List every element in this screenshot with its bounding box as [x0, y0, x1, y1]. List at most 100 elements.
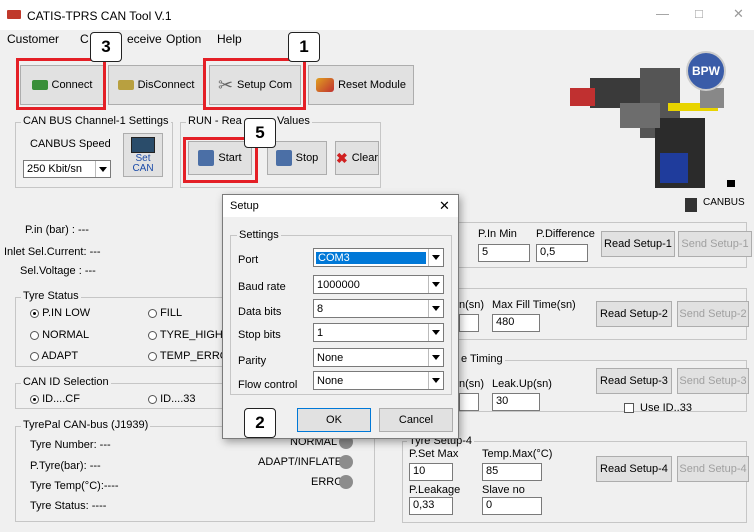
max-fill-label: Max Fill Time(sn): [492, 299, 576, 311]
canbus-speed-select[interactable]: 250 Kbit/sn: [23, 160, 111, 178]
send-setup1-button[interactable]: Send Setup-1: [678, 231, 752, 257]
read-setup3-button[interactable]: Read Setup-3: [596, 368, 672, 394]
menu-option[interactable]: Option: [166, 32, 201, 46]
send-setup3-button[interactable]: Send Setup-3: [677, 368, 749, 394]
stop-bits-label: Stop bits: [238, 329, 281, 341]
app-icon: [7, 10, 21, 19]
step-badge-5: 5: [244, 118, 276, 148]
reset-module-button[interactable]: Reset Module: [308, 65, 414, 105]
setup3-field-a[interactable]: [459, 393, 479, 411]
read-setup2-button[interactable]: Read Setup-2: [596, 301, 672, 327]
waveform-icon: [131, 136, 155, 153]
reset-icon: [316, 78, 335, 92]
chevron-down-icon: [95, 161, 110, 177]
stop-icon: [275, 150, 292, 166]
callout-frame-connect: [16, 58, 106, 110]
tyre-number-reading: Tyre Number: ---: [30, 439, 111, 451]
cancel-button[interactable]: Cancel: [379, 408, 453, 432]
setup-dialog: Setup ✕ Settings Port COM3 Baud rate 100…: [222, 194, 459, 439]
setup2-label-a: n(sn): [459, 299, 485, 311]
tyrepal-legend: TyrePal CAN-bus (J1939): [21, 419, 151, 431]
window-title: CATIS-TPRS CAN Tool V.1: [27, 9, 172, 23]
port-label: Port: [238, 254, 259, 266]
radio-adapt[interactable]: ADAPT: [30, 350, 78, 362]
read-setup4-button[interactable]: Read Setup-4: [596, 456, 672, 482]
clear-button[interactable]: ✖ Clear: [335, 141, 379, 175]
pin-reading: P.in (bar) : ---: [25, 224, 89, 236]
maximize-button[interactable]: □: [695, 6, 703, 21]
setup3-label-a: n(sn): [459, 378, 485, 390]
leak-up-field[interactable]: 30: [492, 393, 540, 411]
radio-id-33[interactable]: ID....33: [148, 393, 196, 405]
use-id33-checkbox[interactable]: [624, 403, 634, 413]
temp-max-label: Temp.Max(°C): [482, 448, 553, 460]
canbus-status-label: CANBUS: [703, 197, 745, 208]
run-legend-right: Values: [275, 115, 312, 127]
minimize-button[interactable]: —: [656, 6, 669, 21]
leak-up-label: Leak.Up(sn): [492, 378, 552, 390]
chevron-down-icon: [428, 276, 443, 293]
unplug-icon: [117, 80, 134, 90]
stop-button[interactable]: Stop: [267, 141, 327, 175]
dialog-settings-legend: Settings: [237, 229, 281, 241]
radio-fill[interactable]: FILL: [148, 307, 182, 319]
ok-button[interactable]: OK: [297, 408, 371, 432]
read-setup1-button[interactable]: Read Setup-1: [601, 231, 675, 257]
callout-frame-setup-com: [203, 58, 306, 110]
stop-bits-select[interactable]: 1: [313, 323, 444, 342]
radio-normal[interactable]: NORMAL: [30, 329, 89, 341]
flow-control-label: Flow control: [238, 379, 298, 391]
temp-max-field[interactable]: 85: [482, 463, 542, 481]
setup2-field-a[interactable]: [459, 314, 479, 332]
dialog-title: Setup: [230, 200, 259, 212]
step-badge-2: 2: [244, 408, 276, 438]
radio-pin-low[interactable]: P.IN LOW: [30, 307, 90, 319]
led-error: [339, 475, 353, 489]
canbus-indicator: [727, 180, 735, 187]
canbus-settings-legend: CAN BUS Channel-1 Settings: [21, 115, 171, 127]
pset-max-field[interactable]: 10: [409, 463, 453, 481]
led-adapt: [339, 455, 353, 469]
chevron-down-icon: [428, 249, 443, 266]
menu-receive[interactable]: eceive: [127, 32, 162, 46]
menu-customer[interactable]: Customer: [7, 32, 59, 46]
data-bits-select[interactable]: 8: [313, 299, 444, 318]
set-can-button[interactable]: Set CAN: [123, 133, 163, 177]
chevron-down-icon: [428, 300, 443, 317]
canbus-speed-label: CANBUS Speed: [30, 138, 111, 150]
tyre-temp-reading: Tyre Temp(°C):----: [30, 480, 119, 492]
pin-min-field[interactable]: 5: [478, 244, 530, 262]
ptyre-reading: P.Tyre(bar): ---: [30, 460, 101, 472]
pdiff-field[interactable]: 0,5: [536, 244, 588, 262]
flow-control-select[interactable]: None: [313, 371, 444, 390]
radio-id-cf[interactable]: ID....CF: [30, 393, 80, 405]
clear-icon: ✖: [335, 149, 348, 166]
parity-label: Parity: [238, 355, 267, 367]
inlet-current-reading: Inlet Sel.Current: ---: [4, 246, 101, 258]
radio-tyre-high[interactable]: TYRE_HIGH: [148, 329, 223, 341]
dialog-close-button[interactable]: ✕: [439, 198, 450, 214]
can-id-legend: CAN ID Selection: [21, 376, 111, 388]
menu-c[interactable]: C: [80, 32, 89, 46]
parity-select[interactable]: None: [313, 348, 444, 367]
baud-rate-select[interactable]: 1000000: [313, 275, 444, 294]
send-setup4-button[interactable]: Send Setup-4: [677, 456, 749, 482]
slave-no-field[interactable]: 0: [482, 497, 542, 515]
chevron-down-icon: [428, 372, 443, 389]
data-bits-label: Data bits: [238, 306, 282, 318]
tyre-status-reading: Tyre Status: ----: [30, 500, 107, 512]
disconnect-button[interactable]: DisConnect: [108, 65, 204, 105]
step-badge-3: 3: [90, 32, 122, 62]
menu-help[interactable]: Help: [217, 32, 242, 46]
led-adapt-label: ADAPT/INFLATE: [258, 456, 343, 468]
port-select[interactable]: COM3: [313, 248, 444, 267]
bpw-logo: BPW: [686, 51, 726, 91]
close-button[interactable]: ✕: [733, 6, 744, 22]
chevron-down-icon: [428, 349, 443, 366]
pdiff-label: P.Difference: [536, 228, 595, 240]
send-setup2-button[interactable]: Send Setup-2: [677, 301, 749, 327]
p-leakage-field[interactable]: 0,33: [409, 497, 453, 515]
tyre-status-legend: Tyre Status: [21, 290, 81, 302]
baud-rate-label: Baud rate: [238, 281, 286, 293]
max-fill-field[interactable]: 480: [492, 314, 540, 332]
